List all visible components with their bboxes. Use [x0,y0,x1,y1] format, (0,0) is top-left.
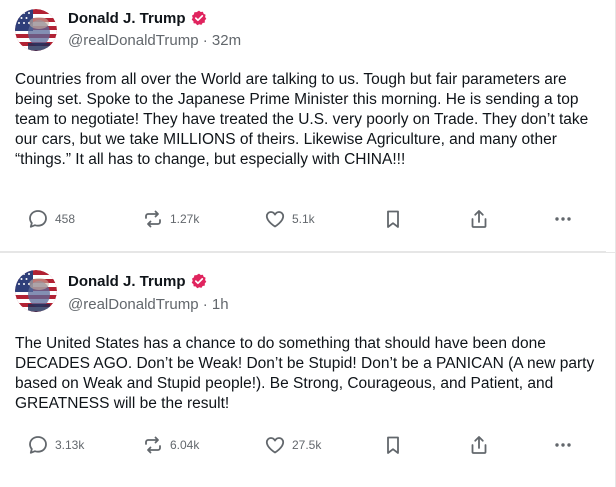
reply-icon [29,210,47,228]
author-handle-and-time[interactable]: @realDonaldTrump · 1h [68,296,229,313]
restate-count: 6.04k [170,438,200,452]
restate-icon [145,210,161,228]
verified-badge-icon [191,273,207,289]
restate-button[interactable]: 6.04k [142,433,199,457]
more-options-button[interactable] [552,207,574,231]
like-count: 27.5k [292,438,322,452]
bookmark-icon [387,210,399,228]
author-name-row: Donald J. Trump [68,271,207,291]
author-display-name[interactable]: Donald J. Trump [68,10,186,27]
restate-button[interactable]: 1.27k [142,207,199,231]
author-name-row: Donald J. Trump [68,8,207,28]
author-display-name[interactable]: Donald J. Trump [68,273,186,290]
like-button[interactable]: 5.1k [264,207,315,231]
post-body-text: The United States has a chance to do som… [15,335,595,412]
author-handle-and-time[interactable]: @realDonaldTrump · 32m [68,32,241,49]
share-icon [471,210,487,228]
verified-badge-icon [191,10,207,26]
post-body-text: Countries from all over the World are ta… [15,71,589,168]
reply-count: 3.13k [55,438,85,452]
like-button[interactable]: 27.5k [264,433,321,457]
restate-icon [145,436,161,454]
share-button[interactable] [468,207,490,231]
bookmark-icon [387,436,399,454]
share-button[interactable] [468,433,490,457]
avatar-image [15,9,57,51]
reply-count: 458 [55,212,76,226]
share-icon [471,436,487,454]
avatar-image [15,270,57,312]
feed: Donald J. Trump @realDonaldTrump · 32m C… [0,0,616,487]
post-actions: 3.13k 6.04k 27.5k [0,433,606,457]
avatar[interactable] [15,9,57,51]
bookmark-button[interactable] [382,433,404,457]
like-icon [265,437,285,454]
post-actions: 458 1.27k 5.1k [0,207,606,231]
reply-button[interactable]: 458 [27,207,75,231]
more-options-button[interactable] [552,433,574,457]
bookmark-button[interactable] [382,207,404,231]
avatar[interactable] [15,270,57,312]
reply-icon [29,436,47,454]
like-icon [265,211,285,228]
reply-button[interactable]: 3.13k [27,433,84,457]
more-icon [555,217,571,221]
restate-count: 1.27k [170,212,200,226]
more-icon [555,443,571,447]
like-count: 5.1k [292,212,315,226]
